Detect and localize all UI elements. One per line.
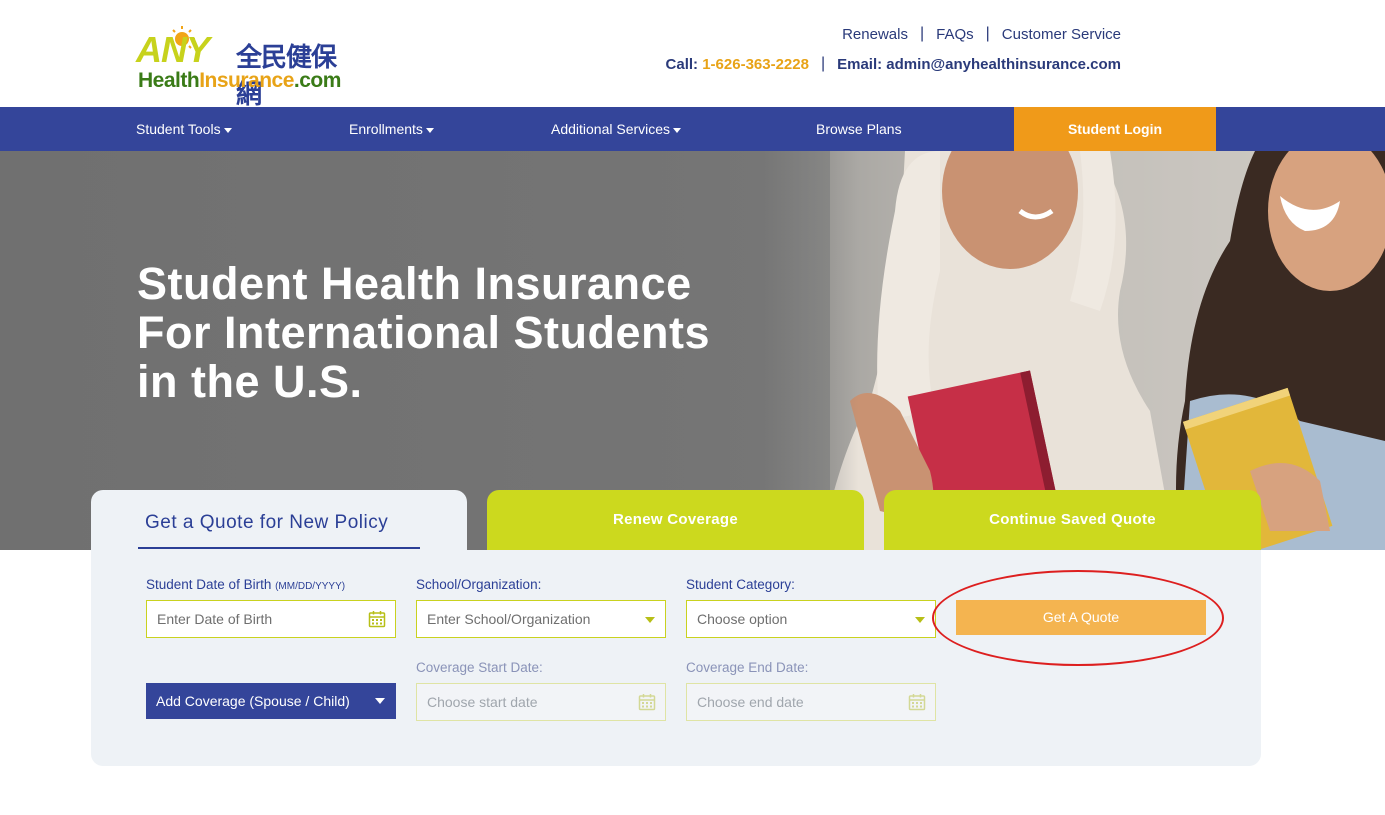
add-coverage-dropdown[interactable]: Add Coverage (Spouse / Child): [146, 683, 396, 719]
calendar-icon[interactable]: [638, 693, 656, 711]
customer-service-link[interactable]: Customer Service: [1002, 26, 1121, 43]
start-date-label: Coverage Start Date:: [416, 660, 543, 675]
tab-renew-coverage[interactable]: Renew Coverage: [487, 490, 864, 550]
start-date-input[interactable]: Choose start date: [416, 683, 666, 721]
chevron-down-icon: [645, 617, 655, 623]
call-label: Call:: [665, 55, 699, 73]
caret-down-icon: [425, 127, 434, 133]
dob-label: Student Date of Birth (MM/DD/YYYY): [146, 577, 346, 592]
main-nav: Student Tools Enrollments Additional Ser…: [0, 107, 1385, 151]
site-logo[interactable]: ANY 全民健保網 HealthInsurance.com: [136, 25, 346, 110]
hero-title: Student Health Insurance For Internation…: [137, 258, 711, 407]
get-quote-button[interactable]: Get A Quote: [956, 600, 1206, 635]
end-date-label: Coverage End Date:: [686, 660, 809, 675]
divider: |: [820, 55, 826, 72]
nav-browse-plans[interactable]: Browse Plans: [816, 107, 902, 151]
divider: |: [985, 25, 990, 42]
tab-continue-saved-quote[interactable]: Continue Saved Quote: [884, 490, 1261, 550]
chevron-down-icon: [375, 698, 385, 704]
school-input[interactable]: Enter School/Organization: [416, 600, 666, 638]
nav-enrollments[interactable]: Enrollments: [349, 107, 434, 151]
caret-down-icon: [223, 127, 232, 133]
logo-any-text: ANY: [136, 29, 210, 70]
category-select[interactable]: Choose option: [686, 600, 936, 638]
calendar-icon[interactable]: [368, 610, 386, 628]
email-link[interactable]: Email: admin@anyhealthinsurance.com: [837, 56, 1121, 73]
dob-input[interactable]: Enter Date of Birth: [146, 600, 396, 638]
school-label: School/Organization:: [416, 577, 542, 592]
calendar-icon[interactable]: [908, 693, 926, 711]
end-date-input[interactable]: Choose end date: [686, 683, 936, 721]
top-links: Renewals | FAQs | Customer Service: [842, 25, 1121, 43]
contact-info: Call: 1-626-363-2228 | Email: admin@anyh…: [666, 55, 1121, 73]
site-header: ANY 全民健保網 HealthInsurance.com Renewals |…: [0, 0, 1385, 110]
tab-new-policy-label: Get a Quote for New Policy: [145, 512, 389, 533]
divider: |: [919, 25, 925, 42]
category-label: Student Category:: [686, 577, 795, 592]
phone-number[interactable]: 1-626-363-2228: [702, 56, 809, 73]
renewals-link[interactable]: Renewals: [842, 26, 908, 43]
faqs-link[interactable]: FAQs: [936, 26, 974, 43]
logo-brand-text: HealthInsurance.com: [138, 69, 341, 92]
tab-new-policy[interactable]: Get a Quote for New Policy: [91, 490, 467, 552]
chevron-down-icon: [915, 617, 925, 623]
student-login-button[interactable]: Student Login: [1014, 107, 1216, 151]
active-tab-underline: [138, 547, 420, 549]
caret-down-icon: [673, 127, 682, 133]
nav-student-tools[interactable]: Student Tools: [136, 107, 232, 151]
nav-additional-services[interactable]: Additional Services: [551, 107, 682, 151]
